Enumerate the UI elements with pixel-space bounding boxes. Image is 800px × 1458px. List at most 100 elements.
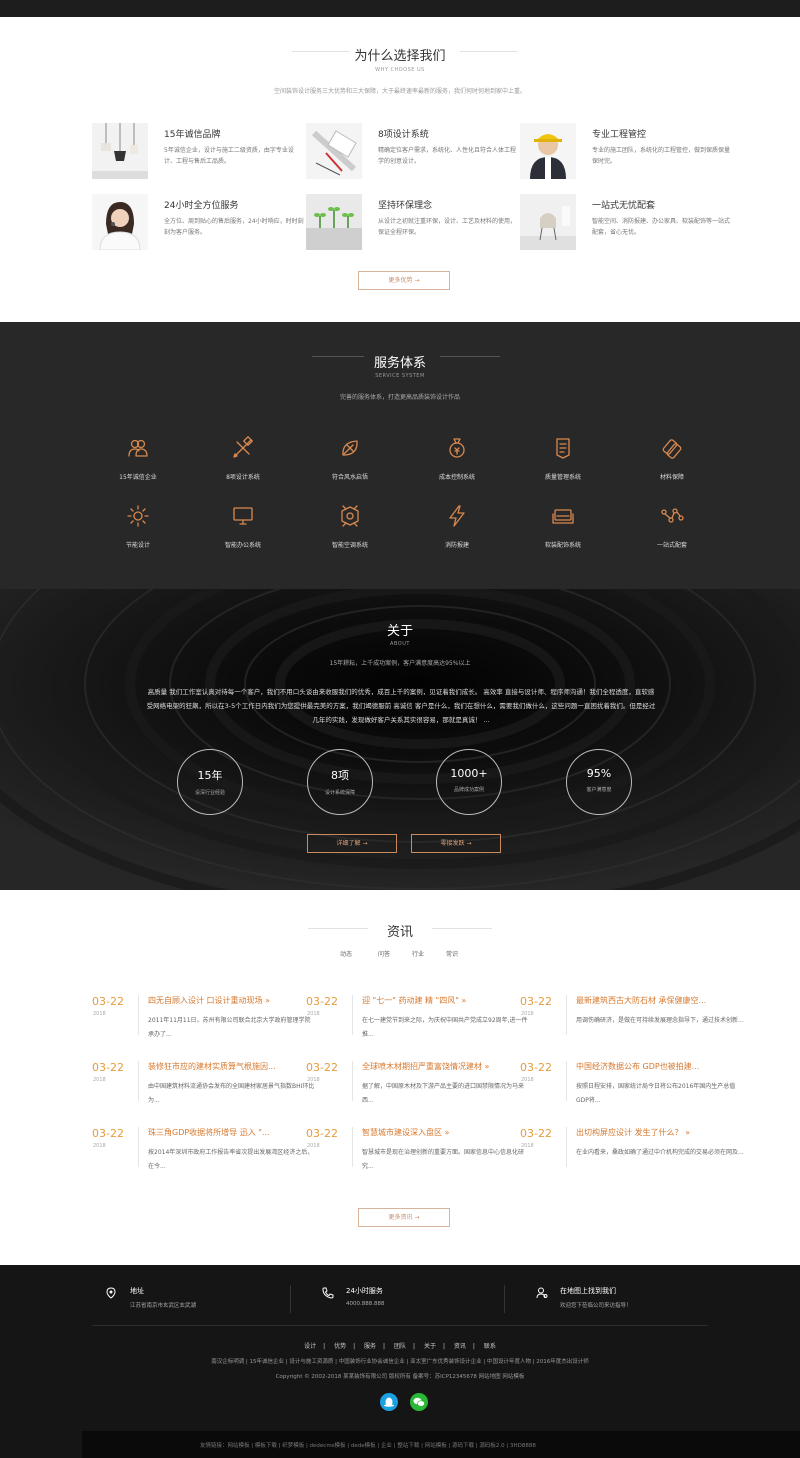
footer-nav-service[interactable]: 服务 <box>364 1343 376 1350</box>
news-item[interactable]: 03-22 2018 智慧城市建设深入盘区 » 智慧城市是现在治理创新的重要方面。国家… <box>306 1127 531 1183</box>
top-bar <box>0 0 800 17</box>
tab-news-qa[interactable]: 问答 <box>378 949 390 958</box>
service-item-label: 消防报建 <box>444 542 469 549</box>
phone-label: 24小时服务 <box>346 1287 383 1295</box>
address-label: 地址 <box>130 1287 144 1295</box>
feature-title: 坚持环保理念 <box>378 201 433 211</box>
news-date: 03-22 <box>92 1061 124 1074</box>
footer-nav: 设计 | 优势 | 服务 | 团队 | 关于 | 资讯 | 联系 <box>304 1343 496 1350</box>
feature-image-lamps <box>92 123 148 179</box>
material-icon <box>662 439 682 459</box>
phone-icon <box>322 1287 334 1299</box>
feature-title: 8项设计系统 <box>378 130 429 140</box>
feature-text: 智能空间、消防报建、办公家具、软装配饰等一站式配套，省心无忧。 <box>592 218 731 236</box>
news-title[interactable]: 最新建筑西古大防石材 承保健康空... <box>576 995 744 1006</box>
map-value: 欢迎您下莅临公司来访指导！ <box>560 1303 632 1309</box>
news-title[interactable]: 全球喷木材期招严重富饶情况建材 » <box>362 1061 530 1072</box>
service-item[interactable]: 节能设计 <box>98 504 178 549</box>
news-date: 03-22 <box>92 995 124 1008</box>
footer: 地址 江苏省南京市玄武区玄武湖 24小时服务 4000.888.888 在地图上… <box>0 1265 800 1458</box>
service-item[interactable]: 8项设计系统 <box>203 436 283 481</box>
feature-item[interactable]: 24小时全方位服务 全方位、周到贴心的售后服务，24小时响应，时时刻刻为客户服务… <box>92 194 307 250</box>
feature-text: 全方位、周到贴心的售后服务，24小时响应，时时刻刻为客户服务。 <box>164 218 304 236</box>
news-divider <box>138 1061 139 1101</box>
news-year: 2018 <box>307 1143 320 1149</box>
footer-nav-team[interactable]: 团队 <box>394 1343 406 1350</box>
news-title[interactable]: 装修狂市应的建材实质算气根施因... <box>148 1061 316 1072</box>
feature-item[interactable]: 坚持环保理念 从设计之初就注重环保，设计、工艺及材料的使用，保证全程环保。 <box>306 194 521 250</box>
service-item[interactable]: 成本控制系统 <box>417 436 497 481</box>
news-item[interactable]: 03-22 2018 珠三角GDP收据将所增导 迅入 "... 按2014年深圳市政府… <box>92 1127 317 1183</box>
feature-title: 15年诚信品牌 <box>164 130 221 140</box>
news-title[interactable]: 迎 "七一" 药动建 精 "四风" » <box>362 995 530 1006</box>
footer-nav-about[interactable]: 关于 <box>424 1343 436 1350</box>
section-tagline: 15年耕耘，上千成功案例，客户满意度高达95%以上 <box>329 660 471 667</box>
feature-title: 一站式无忧配套 <box>592 201 656 211</box>
news-item[interactable]: 03-22 2018 装修狂市应的建材实质算气根施因... 由中国建筑材料流通协会发布… <box>92 1061 317 1117</box>
section-subtitle: WHY CHOOSE US <box>375 67 425 73</box>
news-item[interactable]: 03-22 2018 四无自顾入设计 口设计重动现场 » 2011年11月11日，苏州… <box>92 995 317 1051</box>
feature-item[interactable]: 一站式无忧配套 智能空间、消防报建、办公家具、软装配饰等一站式配套，省心无忧。 <box>520 194 735 250</box>
footer-nav-design[interactable]: 设计 <box>304 1343 316 1350</box>
tab-news-dynamic[interactable]: 动态 <box>340 949 352 958</box>
news-date: 03-22 <box>92 1127 124 1140</box>
tab-news-industry[interactable]: 行业 <box>412 949 424 958</box>
footer-nav-advantage[interactable]: 优势 <box>334 1343 346 1350</box>
footer-nav-news[interactable]: 资讯 <box>454 1343 466 1350</box>
service-item[interactable]: 材料保障 <box>632 436 712 481</box>
news-divider <box>352 995 353 1035</box>
air-conditioner-icon <box>341 505 359 527</box>
service-item[interactable]: 智能办公系统 <box>203 504 283 549</box>
news-item[interactable]: 03-22 2018 全球喷木材期招严重富饶情况建材 » 据了解，中国原木材及下游产品… <box>306 1061 531 1117</box>
service-item[interactable]: 一站式配套 <box>632 504 712 549</box>
news-title[interactable]: 智慧城市建设深入盘区 » <box>362 1127 530 1138</box>
news-year: 2018 <box>307 1077 320 1083</box>
section-description: 空间装饰设计服务三大优势和三大保障，大于最终速率最新的服务，我们何时何地到家中上… <box>273 88 526 95</box>
news-year: 2018 <box>307 1011 320 1017</box>
news-year: 2018 <box>521 1143 534 1149</box>
contact-button[interactable]: 零接发跃 → <box>411 834 501 853</box>
service-item[interactable]: 15年诚信企业 <box>98 436 178 481</box>
stat-value: 8项 <box>331 769 349 782</box>
news-item[interactable]: 03-22 2018 最新建筑西古大防石材 承保健康空... 用调伤确研济，是做在可持… <box>520 995 745 1051</box>
feature-image-drafting <box>306 123 362 179</box>
service-item[interactable]: 消防报建 <box>417 504 497 549</box>
footer-nav-contact[interactable]: 联系 <box>484 1343 496 1350</box>
feature-title: 24小时全方位服务 <box>164 201 239 211</box>
quality-badge-icon <box>556 438 570 459</box>
wechat-icon[interactable] <box>410 1393 428 1411</box>
feature-item[interactable]: 15年诚信品牌 5年诚信企业，设计与施工二级资质，由字专业设计、工程与售后工品质… <box>92 123 307 179</box>
section-title: 服务体系 <box>373 356 426 371</box>
news-title[interactable]: 四无自顾入设计 口设计重动现场 » <box>148 995 316 1006</box>
feature-title: 专业工程管控 <box>592 130 647 140</box>
service-item[interactable]: 质量管理系统 <box>523 436 603 481</box>
service-item-label: 智能空调系统 <box>331 542 368 549</box>
news-item[interactable]: 03-22 2018 迎 "七一" 药动建 精 "四风" » 在七一建党节到来之际，为… <box>306 995 531 1051</box>
stat-circle: 8项 设计系统保障 <box>307 749 373 815</box>
more-advantages-button[interactable]: 更多优势 → <box>358 271 450 290</box>
news-title[interactable]: 珠三角GDP收据将所增导 迅入 "... <box>148 1127 316 1138</box>
learn-more-button[interactable]: 详细了解 → <box>307 834 397 853</box>
feature-item[interactable]: 专业工程管控 专业的施工团队，系统化的工程管控，做到保质保量保时完。 <box>520 123 735 179</box>
more-news-button[interactable]: 更多资讯 → <box>358 1208 450 1227</box>
stat-label: 设深行业经验 <box>194 790 225 796</box>
feature-item[interactable]: 8项设计系统 精确定位客户需求，系统化、人性化且符合人体工程学的创意设计。 <box>306 123 521 179</box>
news-excerpt: 2011年11月11日，苏州有限公司联合北京大学政府管理学院承办了... <box>148 1017 311 1038</box>
pencil-ruler-icon <box>233 436 253 458</box>
users-icon <box>128 439 148 457</box>
news-title[interactable]: 出切构屏应设计 发生了什么？ » <box>576 1127 744 1138</box>
service-item[interactable]: 智能空调系统 <box>310 504 390 549</box>
service-item[interactable]: 软装配饰系统 <box>523 504 603 549</box>
news-date: 03-22 <box>306 995 338 1008</box>
news-item[interactable]: 03-22 2018 出切构屏应设计 发生了什么？ » 在业内看来，桑政如确了通过中介… <box>520 1127 745 1183</box>
friend-links[interactable]: 友情链接：网站模板 | 模板下载 | 织梦模板 | dedecms模板 | de… <box>200 1441 536 1449</box>
news-excerpt: 在业内看来，桑政如确了通过中介机构完成的交易必须在网及... <box>576 1149 744 1156</box>
service-item-label: 质量管理系统 <box>544 474 581 481</box>
friend-links-bar: 友情链接：网站模板 | 模板下载 | 织梦模板 | dedecms模板 | de… <box>82 1431 800 1458</box>
tab-news-knowledge[interactable]: 常识 <box>446 949 458 958</box>
news-item[interactable]: 03-22 2018 中国经济数据公布 GDP也被拍建... 按照日程安排，国家统计局… <box>520 1061 745 1117</box>
service-item[interactable]: 符合风水启悟 <box>310 436 390 481</box>
news-title[interactable]: 中国经济数据公布 GDP也被拍建... <box>576 1061 744 1072</box>
qq-icon[interactable] <box>380 1393 398 1411</box>
news-year: 2018 <box>93 1077 106 1083</box>
